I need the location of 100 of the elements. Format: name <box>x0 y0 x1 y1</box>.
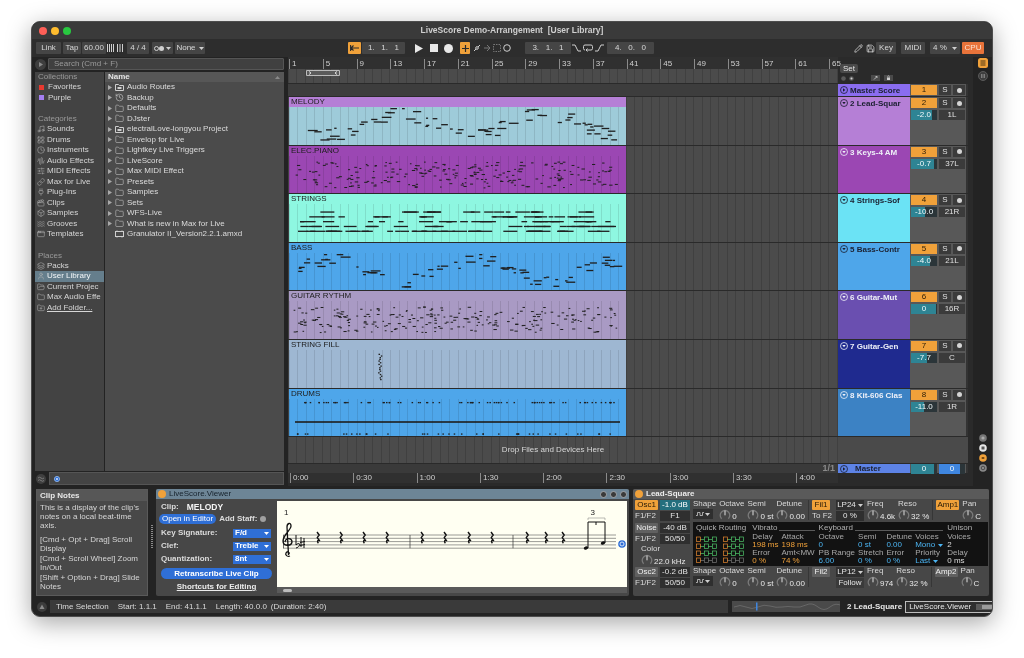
fold-toggle-icon[interactable] <box>840 244 848 253</box>
circle-icon[interactable] <box>600 490 607 498</box>
track-header[interactable]: Master Score <box>838 84 910 96</box>
volume-slider[interactable]: -4.0 <box>911 255 937 266</box>
horizontal-scrollbar[interactable] <box>277 587 627 593</box>
track-header[interactable]: 4 Strings-Sof <box>838 194 910 242</box>
rotary-knob[interactable] <box>866 509 879 521</box>
param-value[interactable]: 74 % <box>781 557 815 565</box>
dot-icon[interactable] <box>841 75 846 81</box>
dotted-square-icon[interactable] <box>493 44 501 52</box>
retranscribe-button[interactable]: Retranscribe Live Clip <box>161 568 272 579</box>
value-field[interactable]: 50/50 <box>660 578 690 588</box>
sidebar-item[interactable]: Drums <box>35 134 104 145</box>
arm-button[interactable] <box>953 389 965 400</box>
rotary-knob[interactable] <box>747 576 760 588</box>
track-activator-button[interactable]: 8 <box>911 389 937 400</box>
param-value[interactable]: 0.00 <box>886 541 913 549</box>
tempo-field[interactable]: 60.00 <box>82 42 106 54</box>
arrow-left-button[interactable] <box>348 42 361 54</box>
browser-item[interactable]: Backup <box>105 92 284 103</box>
expand-triangle-icon[interactable] <box>108 105 112 111</box>
sidebar-item[interactable]: User Library <box>35 271 104 282</box>
track-activator-button[interactable]: 6 <box>911 292 937 303</box>
tap-button[interactable]: Tap <box>63 42 81 54</box>
time-signature-field[interactable]: 4 / 4 <box>127 42 149 54</box>
track-activator-button[interactable]: 3 <box>911 146 937 157</box>
cue-volume-slider[interactable]: 0 <box>939 463 965 474</box>
midi-clip[interactable]: GUITAR RYTHM <box>289 291 626 339</box>
section-toggle[interactable]: Amp2 <box>934 567 958 577</box>
pan-field[interactable]: C <box>939 352 965 363</box>
pan-field[interactable]: 16R <box>939 304 965 315</box>
param-menu[interactable]: Mono <box>915 541 944 549</box>
value-field[interactable]: -0.2 dB <box>660 567 690 577</box>
arm-button[interactable] <box>953 340 965 351</box>
step-up-icon[interactable] <box>595 44 604 52</box>
rotary-knob[interactable] <box>776 576 789 588</box>
param-value[interactable]: 0 % <box>886 557 913 565</box>
step-down-icon[interactable] <box>572 44 581 52</box>
browser-item[interactable]: WFS-Live <box>105 208 284 219</box>
shortcuts-link[interactable]: Shortcuts for Editing <box>176 583 257 591</box>
pan-field[interactable]: 21L <box>939 255 965 266</box>
dropdown[interactable]: F/d <box>233 528 271 538</box>
section-toggle[interactable]: Osc2 <box>635 567 658 577</box>
volume-slider[interactable]: -10.0 <box>911 207 937 218</box>
pan-field[interactable]: 37L <box>939 158 965 169</box>
expand-triangle-icon[interactable] <box>108 137 112 143</box>
rotary-knob[interactable] <box>896 576 909 588</box>
browser-item[interactable]: DJster <box>105 113 284 124</box>
sidebar-item[interactable]: Max for Live <box>35 176 104 187</box>
browser-item[interactable]: Defaults <box>105 103 284 114</box>
play-icon[interactable] <box>415 43 423 53</box>
expand-triangle-icon[interactable] <box>108 95 112 101</box>
arm-button[interactable] <box>953 98 965 108</box>
volume-slider[interactable]: -7.7 <box>911 352 937 363</box>
ring-icon[interactable] <box>978 464 987 472</box>
sidebar-item[interactable]: Current Projec <box>35 281 104 292</box>
rotary-knob[interactable] <box>719 509 732 521</box>
track-header[interactable]: 2 Lead-Squar <box>838 97 910 145</box>
param-value[interactable]: 6.00 <box>818 557 856 565</box>
drag-handle[interactable] <box>151 524 153 548</box>
value-field[interactable]: 0 % <box>835 511 864 521</box>
bars-icon[interactable] <box>977 71 988 81</box>
param-value[interactable]: 198 ms <box>781 541 815 549</box>
waves-icon[interactable] <box>36 473 46 484</box>
rotary-knob[interactable] <box>866 576 879 588</box>
dropdown[interactable]: Treble <box>233 541 271 551</box>
sidebar-item[interactable]: Audio Effects <box>35 155 104 166</box>
midi-clip[interactable]: STRINGS <box>289 194 626 242</box>
fold-toggle-icon[interactable] <box>840 86 848 94</box>
zoom-button[interactable] <box>63 26 71 35</box>
volume-slider[interactable]: 0 <box>911 463 937 474</box>
expand-triangle-icon[interactable] <box>108 126 112 132</box>
sidebar-item[interactable]: Packs <box>35 260 104 271</box>
solo-button[interactable]: S <box>939 98 951 108</box>
browser-item[interactable]: electralLove-longyou Project <box>105 124 284 135</box>
expand-triangle-icon[interactable] <box>108 210 112 216</box>
column-header[interactable]: Name <box>108 73 130 81</box>
arm-button[interactable] <box>953 243 965 254</box>
midi-clip[interactable]: STRING FILL <box>289 339 626 388</box>
solo-button[interactable]: S <box>939 195 951 206</box>
solo-button[interactable]: S <box>939 146 951 157</box>
circles-menu-button[interactable] <box>152 42 173 54</box>
volume-slider[interactable]: -2.0 <box>911 110 937 120</box>
browser-item[interactable]: Lightkey Live Triggers <box>105 145 284 156</box>
shape-menu[interactable] <box>693 509 713 519</box>
rotary-knob[interactable] <box>898 509 911 521</box>
chain-icon[interactable] <box>473 44 481 52</box>
dot-icon[interactable] <box>849 75 854 81</box>
link-button[interactable]: Link <box>36 42 61 54</box>
param-menu[interactable]: Last <box>915 557 944 565</box>
rotary-knob[interactable] <box>962 509 975 521</box>
browser-item[interactable]: What is new in Max for Live <box>105 218 284 229</box>
midi-clip[interactable]: MELODY <box>289 97 626 145</box>
sidebar-item[interactable]: Purple <box>35 92 104 103</box>
filter-type-menu[interactable]: LP12 <box>835 567 864 577</box>
lock-icon[interactable] <box>884 75 893 81</box>
section-toggle[interactable]: Fil1 <box>811 500 830 510</box>
solo-button[interactable]: S <box>939 243 951 254</box>
circle-icon[interactable] <box>978 434 987 442</box>
expand-icon[interactable] <box>871 75 880 81</box>
